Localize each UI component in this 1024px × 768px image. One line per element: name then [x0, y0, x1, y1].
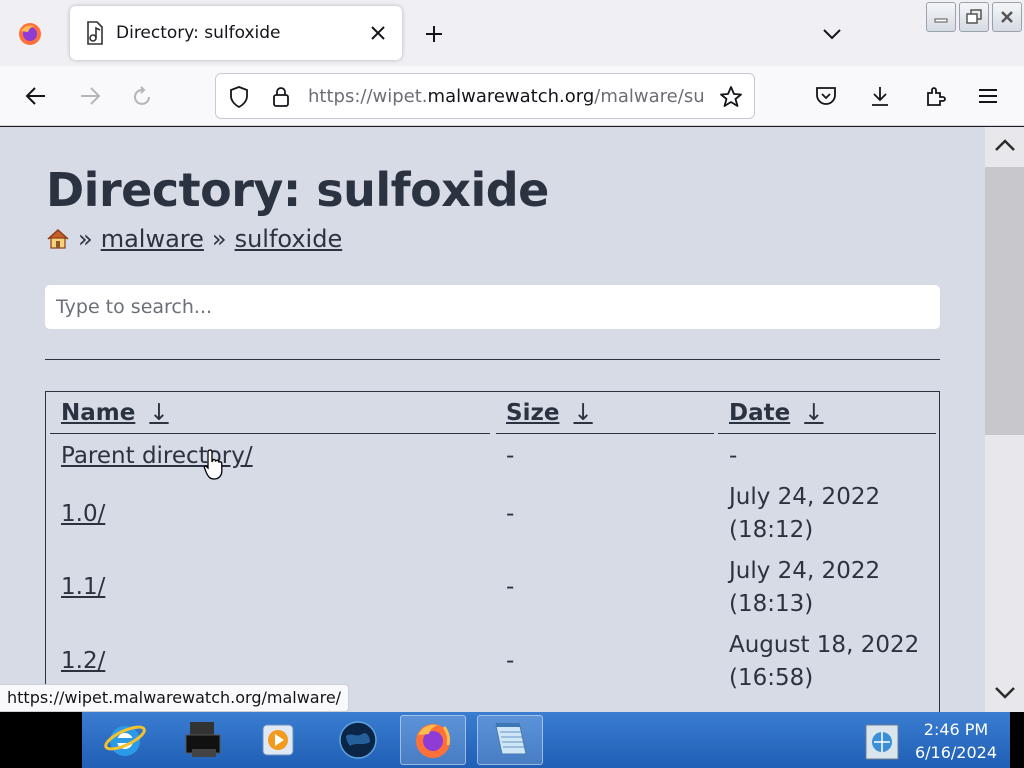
clock-date: 6/16/2024: [914, 743, 998, 762]
breadcrumb-separator: »: [211, 225, 227, 253]
taskbar: 2:46 PM 6/16/2024: [0, 712, 1024, 768]
column-header-name[interactable]: Name ↓: [61, 400, 169, 426]
row-size: -: [506, 501, 515, 527]
row-time: (18:12): [729, 517, 814, 543]
row-name-link[interactable]: 1.2/: [61, 645, 105, 678]
header-label: Name: [61, 400, 136, 426]
extensions-icon[interactable]: [917, 78, 953, 114]
restore-icon[interactable]: [959, 2, 989, 32]
url-prefix: https://wipet.: [308, 86, 428, 107]
row-date: July 24, 2022: [729, 558, 881, 584]
clock-time: 2:46 PM: [923, 720, 989, 739]
minimize-icon[interactable]: [926, 2, 956, 32]
tab-strip: Directory: sulfoxide: [0, 0, 1024, 66]
page-content: Directory: sulfoxide » malware » sulfoxi…: [0, 127, 985, 712]
internet-explorer-icon[interactable]: [92, 715, 158, 765]
download-icon[interactable]: [862, 78, 898, 114]
url-text[interactable]: https://wipet.malwarewatch.org/malware/s…: [308, 86, 708, 107]
audio-icon: [80, 18, 110, 48]
list-all-tabs-icon[interactable]: [816, 18, 848, 50]
close-tab-icon[interactable]: [364, 19, 392, 47]
row-size: -: [506, 574, 515, 600]
row-date: August 18, 2022: [729, 632, 920, 658]
media-player-icon[interactable]: [245, 715, 311, 765]
close-window-icon[interactable]: [992, 2, 1022, 32]
pocket-icon[interactable]: [808, 78, 844, 114]
row-time: (16:58): [729, 665, 814, 691]
header-label: Date: [729, 400, 791, 426]
hand-cursor-icon: [203, 448, 227, 482]
header-underline: [718, 433, 936, 434]
row-name-link[interactable]: 1.0/: [61, 498, 105, 531]
scroll-up-icon[interactable]: [992, 135, 1018, 155]
header-underline: [50, 433, 490, 434]
row-time: (18:13): [729, 591, 814, 617]
menu-icon[interactable]: [970, 78, 1006, 114]
printer-icon[interactable]: [170, 715, 236, 765]
divider: [45, 359, 940, 360]
row-size: -: [506, 648, 515, 674]
sort-arrow-icon: ↓: [573, 400, 593, 426]
breadcrumb: » malware » sulfoxide: [46, 225, 342, 253]
search-input[interactable]: [45, 285, 940, 329]
link-status-preview: https://wipet.malwarewatch.org/malware/: [0, 684, 350, 712]
globe-icon[interactable]: [325, 715, 391, 765]
star-icon[interactable]: [718, 84, 744, 110]
breadcrumb-link-malware[interactable]: malware: [101, 225, 204, 253]
house-icon[interactable]: [46, 228, 70, 250]
vertical-scrollbar[interactable]: [985, 127, 1024, 712]
address-bar[interactable]: https://wipet.malwarewatch.org/malware/s…: [215, 73, 755, 119]
sort-arrow-icon: ↓: [804, 400, 824, 426]
network-tray-icon[interactable]: [860, 717, 904, 767]
sort-arrow-icon: ↓: [149, 400, 169, 426]
row-size: -: [506, 443, 515, 469]
active-tab[interactable]: Directory: sulfoxide: [70, 6, 402, 60]
firefox-icon[interactable]: [400, 715, 466, 765]
show-desktop[interactable]: [1010, 712, 1024, 768]
window-controls: [926, 2, 1022, 32]
notepad-icon[interactable]: [477, 715, 543, 765]
reload-icon[interactable]: [125, 78, 161, 114]
header-label: Size: [506, 400, 560, 426]
column-header-size[interactable]: Size ↓: [506, 400, 593, 426]
firefox-view-icon[interactable]: [10, 14, 50, 54]
tab-title: Directory: sulfoxide: [116, 23, 281, 43]
start-area[interactable]: [0, 712, 82, 768]
forward-arrow-icon[interactable]: [72, 78, 108, 114]
directory-table: Name ↓ Size ↓ Date ↓ Parent directory/ - - …: [45, 391, 940, 712]
scroll-down-icon[interactable]: [992, 683, 1018, 703]
navigation-toolbar: https://wipet.malwarewatch.org/malware/s…: [0, 66, 1024, 126]
breadcrumb-link-sulfoxide[interactable]: sulfoxide: [235, 225, 343, 253]
new-tab-icon[interactable]: [418, 18, 450, 50]
scrollbar-thumb[interactable]: [985, 167, 1024, 435]
page-title: Directory: sulfoxide: [46, 163, 549, 217]
row-name-link[interactable]: 1.1/: [61, 571, 105, 604]
row-date: July 24, 2022: [729, 484, 881, 510]
shield-icon[interactable]: [226, 84, 252, 110]
lock-icon[interactable]: [268, 84, 294, 110]
back-arrow-icon[interactable]: [18, 78, 54, 114]
header-underline: [496, 433, 714, 434]
row-date: -: [729, 443, 738, 469]
column-header-date[interactable]: Date ↓: [729, 400, 824, 426]
url-path: /malware/su: [594, 86, 705, 107]
breadcrumb-separator: »: [78, 225, 93, 253]
system-clock[interactable]: 2:46 PM 6/16/2024: [908, 718, 1004, 764]
url-host: malwarewatch.org: [427, 86, 595, 107]
